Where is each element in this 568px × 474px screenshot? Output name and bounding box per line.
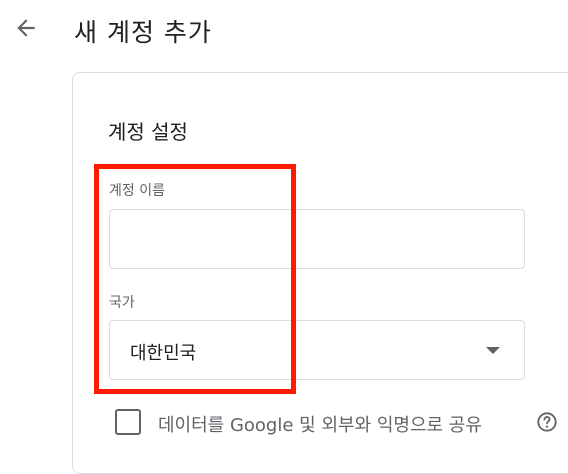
section-title: 계정 설정 bbox=[108, 120, 188, 144]
help-icon-svg bbox=[537, 412, 557, 432]
share-data-checkbox[interactable] bbox=[115, 409, 141, 435]
arrow-left-icon bbox=[17, 19, 35, 37]
back-button[interactable] bbox=[8, 10, 44, 46]
help-circle-icon[interactable] bbox=[536, 411, 558, 433]
share-data-label: 데이터를 Google 및 외부와 익명으로 공유 bbox=[158, 415, 482, 436]
highlight-box bbox=[94, 164, 296, 394]
page-title: 새 계정 추가 bbox=[74, 18, 212, 47]
top-bar: 새 계정 추가 bbox=[0, 0, 568, 60]
dropdown-arrow-icon bbox=[486, 347, 500, 354]
